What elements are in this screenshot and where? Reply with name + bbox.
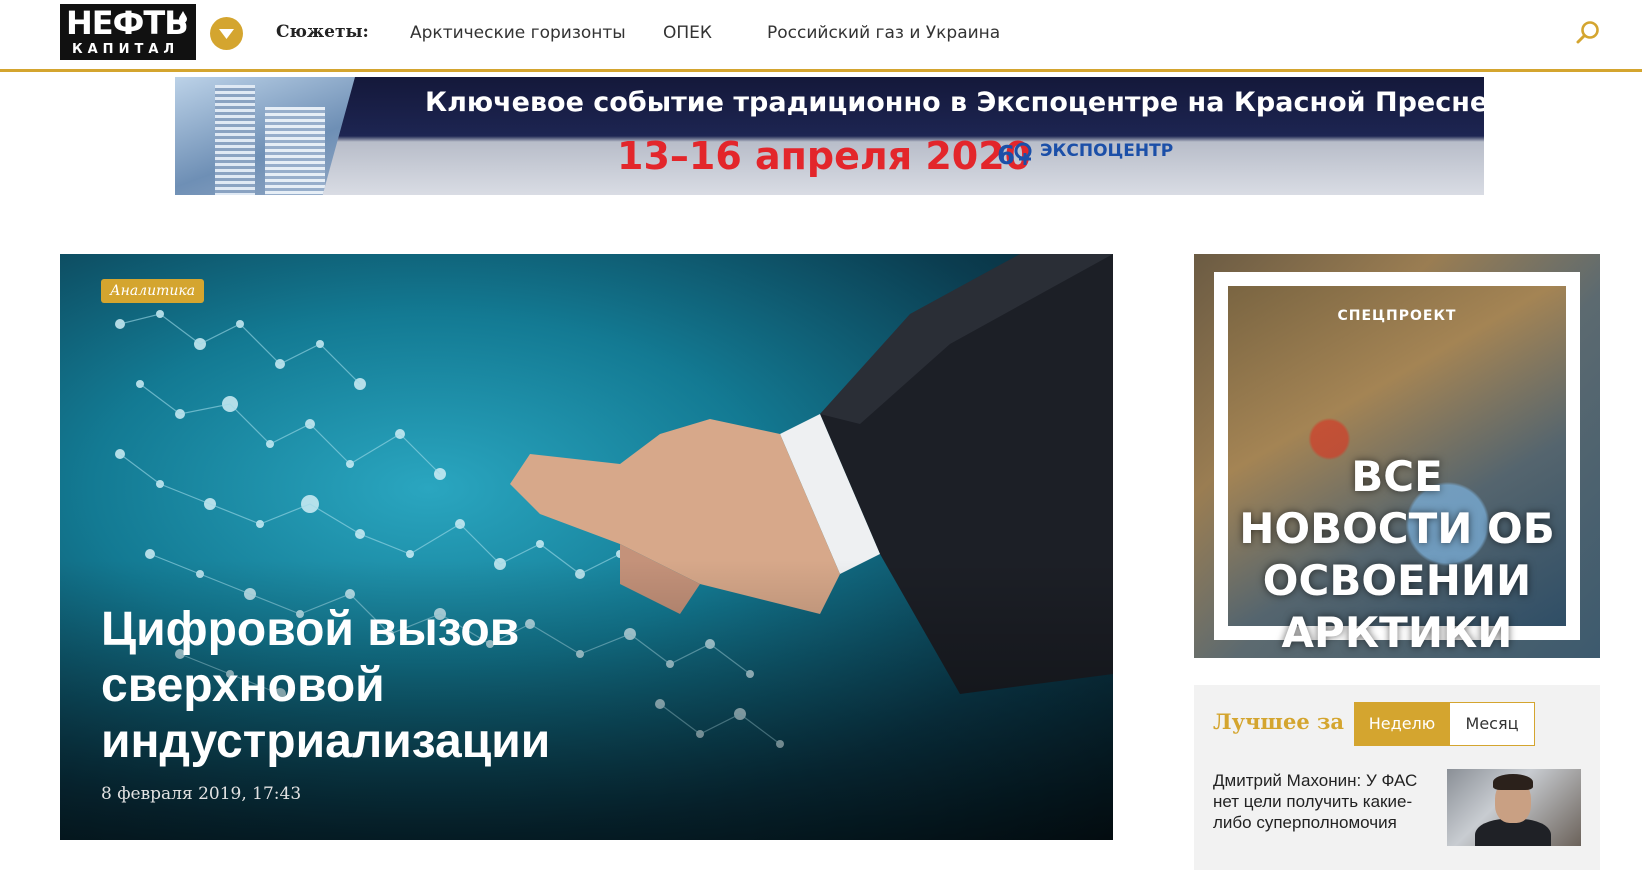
special-project-frame: СПЕЦПРОЕКТ ВСЕ НОВОСТИ ОБ ОСВОЕНИИ АРКТИ… [1214,272,1580,657]
special-project-text: ВСЕ НОВОСТИ ОБ ОСВОЕНИИ АРКТИКИ [1239,452,1555,657]
topic-link-russian-gas[interactable]: Российский газ и Украина [767,23,1000,43]
topic-link-arctic[interactable]: Арктические горизонты [410,23,626,43]
banner-dates: 13–16 апреля 2020 [617,134,1032,178]
expocentre-banner[interactable]: Ключевое событие традиционно в Экспоцент… [175,77,1484,195]
banner-expocentre-text: ЭКСПОЦЕНТР [1040,141,1174,161]
banner-headline: Ключевое событие традиционно в Экспоцент… [425,87,1484,118]
hero-date: 8 февраля 2019, 17:43 [101,784,302,804]
chevron-down-icon [219,29,234,39]
svg-text:6: 6 [997,141,1015,171]
logo-sub-text: КАПИТАЛ [72,42,180,57]
best-item-title[interactable]: Дмитрий Махонин: У ФАС нет цели получить… [1213,770,1435,833]
hero-title[interactable]: Цифровой вызов сверхновой индустриализац… [101,602,721,770]
oil-drop-icon [179,11,187,23]
special-project-label: СПЕЦПРОЕКТ [1337,308,1457,324]
banner-tower-secondary [265,107,325,195]
site-logo[interactable]: НЕФТЬ КАПИТАЛ [60,4,196,60]
banner-tower [215,85,255,195]
topics-menu-button[interactable] [210,17,243,50]
thumb-hair [1493,774,1533,790]
tab-week[interactable]: Неделю [1354,702,1450,746]
tab-month[interactable]: Месяц [1449,702,1535,746]
topic-link-opec[interactable]: ОПЕК [663,23,712,43]
logo-main-text: НЕФТЬ [66,4,189,42]
special-project-banner[interactable]: СПЕЦПРОЕКТ ВСЕ НОВОСТИ ОБ ОСВОЕНИИ АРКТИ… [1194,254,1600,658]
best-item-thumbnail[interactable] [1447,769,1581,846]
thumb-suit [1475,819,1551,846]
hero-article[interactable]: Аналитика Цифровой вызов сверхновой инду… [60,254,1113,840]
expocentre-logo-icon: 6 [997,141,1032,171]
category-badge[interactable]: Аналитика [101,279,205,303]
search-icon[interactable] [1575,20,1601,46]
best-of-title: Лучшее за [1213,709,1344,734]
banner-building-image [175,77,355,195]
best-of-widget: Лучшее за Неделю Месяц Дмитрий Махонин: … [1194,685,1600,870]
site-header: НЕФТЬ КАПИТАЛ Сюжеты: Арктические горизо… [0,0,1642,72]
topics-label: Сюжеты: [276,22,369,42]
